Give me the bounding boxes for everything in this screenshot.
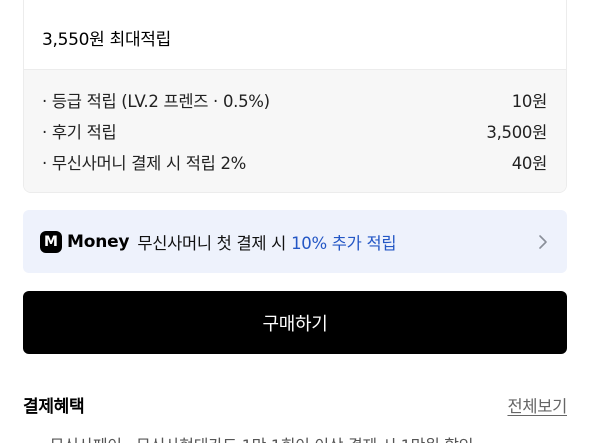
view-all-benefits-link[interactable]: 전체보기 xyxy=(507,393,567,417)
money-logo-icon: M xyxy=(40,230,62,253)
points-row-label: · 무신사머니 결제 시 적립 2% xyxy=(42,153,247,173)
points-row-review: · 후기 적립 3,500원 xyxy=(42,115,547,146)
points-row-grade: · 등급 적립 (LV.2 프렌즈 · 0.5%) 10원 xyxy=(42,84,547,115)
points-row-amount: 40원 xyxy=(511,153,548,173)
buy-button[interactable]: 구매하기 xyxy=(23,291,567,354)
points-row-label: · 등급 적립 (LV.2 프렌즈 · 0.5%) xyxy=(42,91,270,111)
points-row-amount: 3,500원 xyxy=(486,122,547,142)
points-row-label: · 후기 적립 xyxy=(42,122,117,142)
payment-benefits-title: 결제혜택 xyxy=(23,397,85,417)
points-row-amount: 10원 xyxy=(511,91,548,111)
money-banner-text: 무신사머니 첫 결제 시 xyxy=(137,233,287,253)
points-breakdown: · 등급 적립 (LV.2 프렌즈 · 0.5%) 10원 · 후기 적립 3,… xyxy=(24,70,566,192)
money-banner-highlight: 10% 추가 적립 xyxy=(291,233,397,253)
points-summary-card: 3,550원 최대적립 · 등급 적립 (LV.2 프렌즈 · 0.5%) 10… xyxy=(23,0,567,193)
benefit-item-peek: · 무신사페이 · 무신사현대카드 1만 1회이 이상 결제 시 1만원 할인 xyxy=(40,432,473,443)
points-total: 3,550원 최대적립 xyxy=(42,30,171,50)
points-total-header: 3,550원 최대적립 xyxy=(24,0,566,70)
money-brand: Money xyxy=(67,231,130,252)
points-row-money: · 무신사머니 결제 시 적립 2% 40원 xyxy=(42,146,547,177)
chevron-right-icon xyxy=(539,234,547,249)
musinsa-money-banner[interactable]: M Money 무신사머니 첫 결제 시 10% 추가 적립 xyxy=(23,210,567,273)
